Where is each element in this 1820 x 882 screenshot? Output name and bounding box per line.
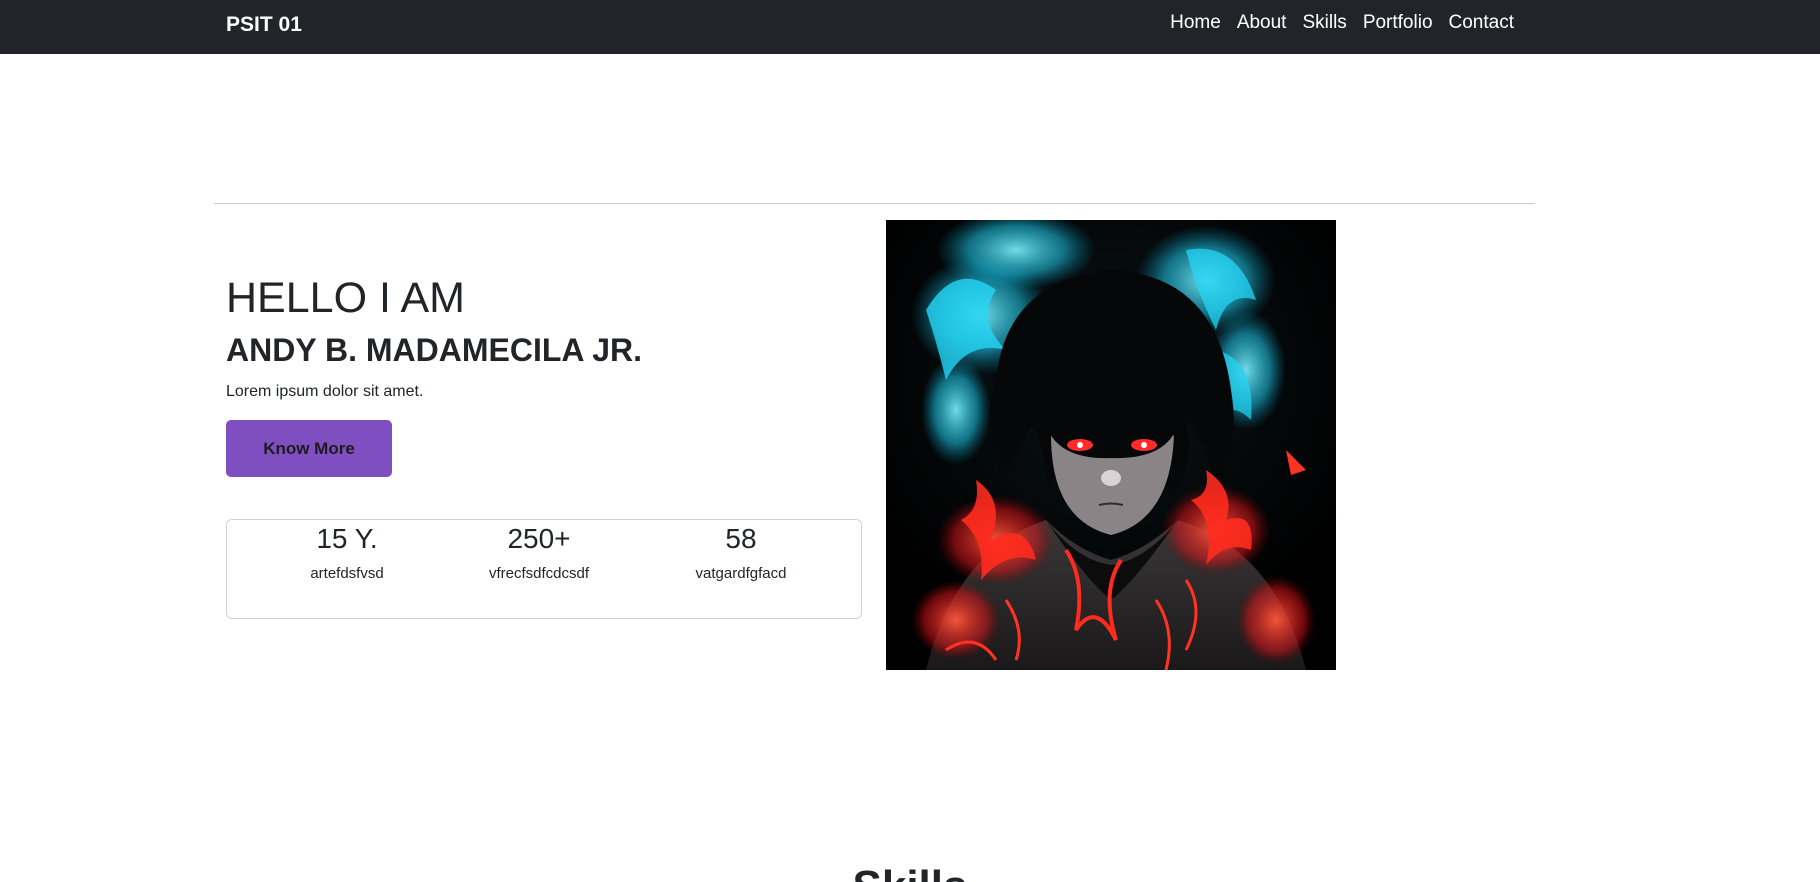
brand-link[interactable]: PSIT 01 [226, 13, 302, 37]
skills-section-heading: Skills [0, 862, 1820, 882]
profile-image [886, 220, 1336, 670]
stat-value: 15 Y. [316, 523, 378, 554]
stat-value: 250+ [507, 523, 571, 554]
stats-card: 15 Y. artefdsfvsd 250+ vfrecfsdfcdcsdf 5… [226, 519, 862, 619]
stat-item-count: 58 vatgardfgfacd [641, 520, 841, 582]
nav-link-skills[interactable]: Skills [1302, 12, 1346, 34]
nav-link-home[interactable]: Home [1170, 12, 1221, 34]
stat-label: artefdsfvsd [310, 565, 384, 582]
stat-label: vfrecfsdfcdcsdf [488, 565, 590, 582]
nav-link-about[interactable]: About [1237, 12, 1287, 34]
stat-label: vatgardfgfacd [695, 565, 787, 582]
nav-link-contact[interactable]: Contact [1449, 12, 1514, 34]
know-more-button[interactable]: Know More [226, 419, 392, 477]
hero-greeting: HELLO I AM [226, 274, 465, 322]
stat-value: 58 [725, 523, 757, 554]
anime-portrait-illustration [886, 220, 1336, 670]
hero-tagline: Lorem ipsum dolor sit amet. [226, 382, 424, 400]
section-divider [214, 203, 1535, 204]
stat-item-years: 15 Y. artefdsfvsd [247, 520, 447, 582]
nav-links: Home About Skills Portfolio Contact [1170, 12, 1514, 34]
stat-item-projects: 250+ vfrecfsdfcdcsdf [439, 520, 639, 582]
top-navbar: PSIT 01 Home About Skills Portfolio Cont… [0, 0, 1820, 54]
hero-intro: HELLO I AM ANDY B. MADAMECILA JR. Lorem … [226, 270, 862, 477]
hero-name: ANDY B. MADAMECILA JR. [226, 331, 643, 368]
nav-link-portfolio[interactable]: Portfolio [1363, 12, 1433, 34]
